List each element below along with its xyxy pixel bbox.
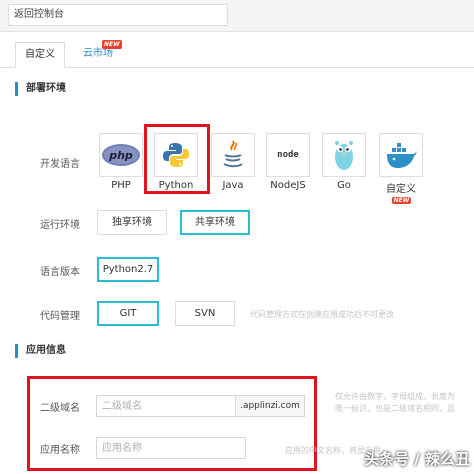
code-svn-button[interactable]: SVN — [175, 301, 235, 326]
tab-custom[interactable]: 自定义 — [15, 42, 65, 68]
tab-bar: 自定义 云市场 NEW — [0, 38, 474, 68]
subdomain-hint-line1: 仅允许由数字，字母组成，长度为 — [335, 392, 455, 401]
language-custom-label: 自定义NEW — [386, 184, 416, 204]
top-bar: 返回控制台 — [0, 0, 474, 32]
app-name-label: 应用名称 — [40, 445, 80, 456]
code-hint: 代码管理方式在创建应用成功后不可更改 — [250, 310, 394, 319]
app-name-input[interactable] — [96, 437, 246, 459]
version-label: 语言版本 — [40, 267, 80, 278]
section-title-app-info: 应用信息 — [15, 344, 66, 358]
runtime-dedicated-button[interactable]: 独享环境 — [97, 210, 167, 235]
back-to-console-button[interactable]: 返回控制台 — [8, 4, 228, 26]
subdomain-hint-line2: 唯一标识，也是二级域名相同，且 — [335, 404, 455, 413]
docker-whale-icon — [379, 133, 423, 177]
version-select[interactable]: Python2.7 — [97, 257, 159, 282]
svg-text:php: php — [108, 149, 133, 162]
language-custom[interactable]: 自定义NEW — [377, 133, 425, 206]
subdomain-label: 二级域名 — [40, 403, 80, 414]
code-label: 代码管理 — [40, 311, 80, 322]
custom-new-badge: NEW — [391, 197, 412, 204]
section-title-deploy: 部署环境 — [15, 82, 66, 96]
language-nodejs[interactable]: node NodeJS — [264, 133, 312, 191]
subdomain-input[interactable] — [96, 395, 236, 417]
subdomain-suffix: .applinzi.com — [235, 395, 305, 417]
language-go[interactable]: Go — [320, 133, 368, 191]
nodejs-icon: node — [266, 133, 310, 177]
new-badge: NEW — [102, 40, 122, 49]
watermark: 头条号 / 辣么丑 — [364, 450, 470, 468]
python-highlight-box — [144, 124, 210, 194]
language-java[interactable]: Java — [209, 133, 257, 191]
java-icon — [211, 133, 255, 177]
php-icon: php — [99, 133, 143, 177]
runtime-label: 运行环境 — [40, 220, 80, 231]
language-label: 开发语言 — [40, 159, 80, 170]
go-gopher-icon — [322, 133, 366, 177]
runtime-shared-button[interactable]: 共享环境 — [180, 210, 250, 235]
tab-cloud-market[interactable]: 云市场 NEW — [70, 40, 126, 68]
tab-cloud-market-label: 云市场 — [83, 48, 113, 59]
language-php[interactable]: php PHP — [97, 133, 145, 191]
code-git-button[interactable]: GIT — [97, 301, 159, 326]
